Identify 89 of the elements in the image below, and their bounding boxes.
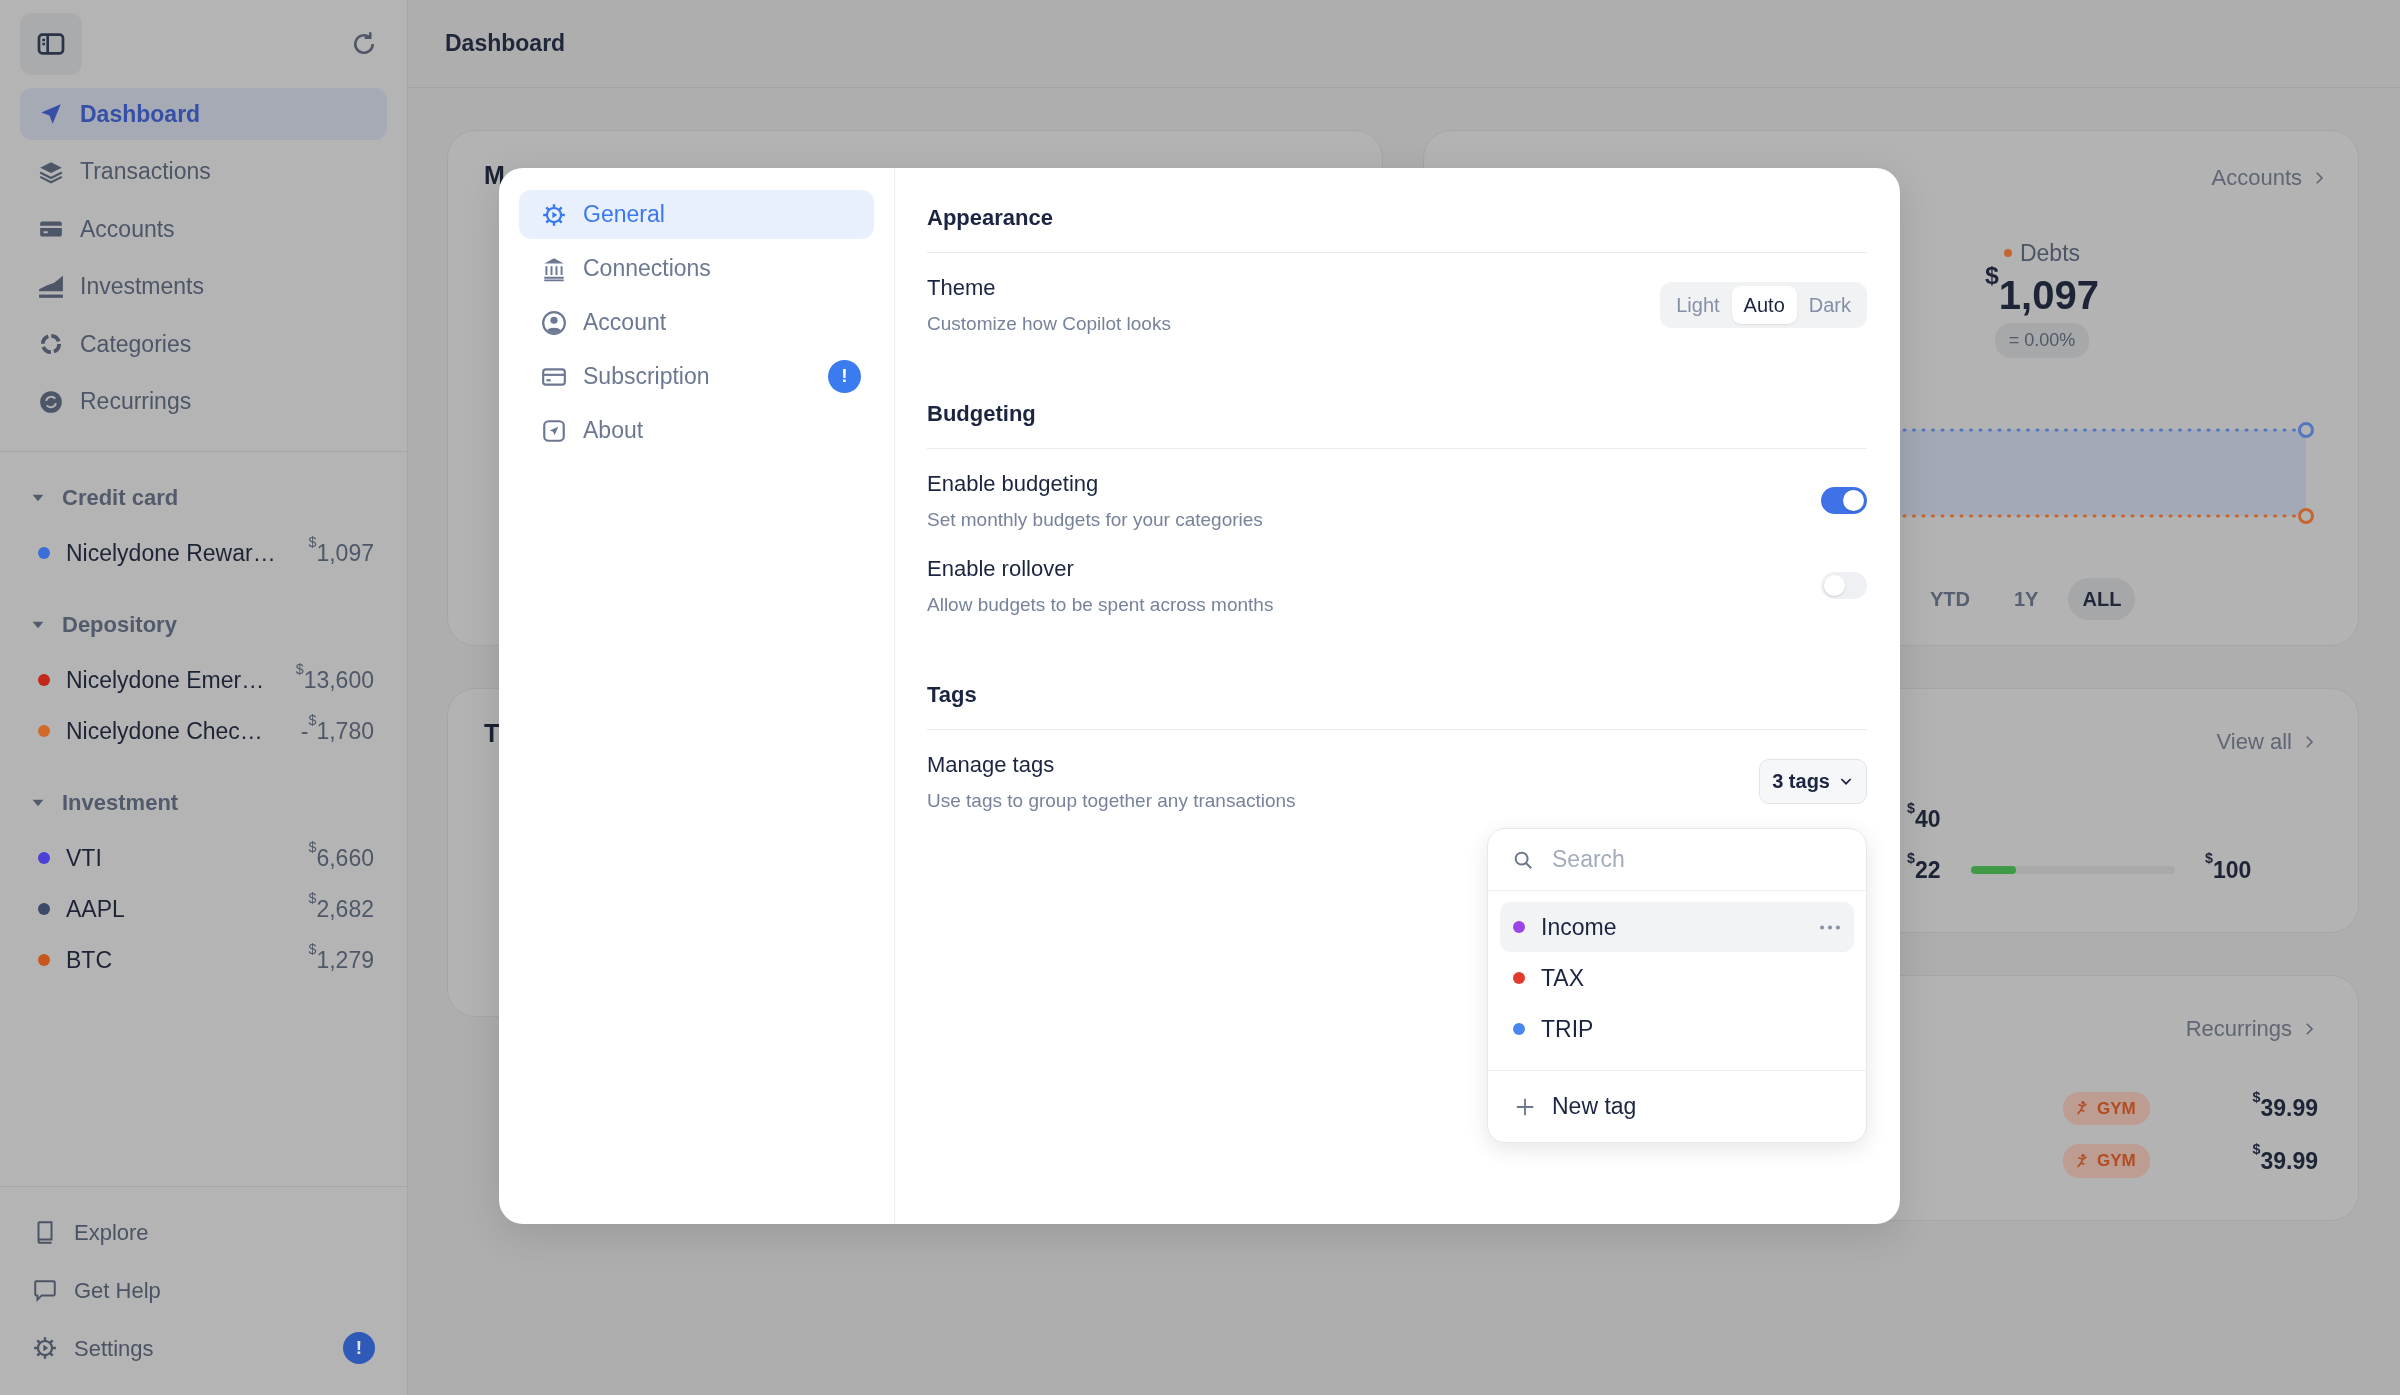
change-badge: = 0.00% bbox=[1994, 322, 2090, 358]
theme-option[interactable]: Dark bbox=[1796, 285, 1863, 324]
account-amount: $^{$}$1,279 bbox=[308, 942, 374, 975]
settings-nav-item[interactable]: Subscription ! bbox=[519, 352, 874, 401]
chat-bubble-icon bbox=[32, 1277, 58, 1303]
account-row[interactable]: AAPL $^{$}$2,682 bbox=[0, 883, 407, 935]
sidebar-footer-item[interactable]: Get Help bbox=[0, 1261, 407, 1319]
new-tag-button[interactable]: New tag bbox=[1488, 1070, 1866, 1142]
account-name: BTC bbox=[66, 945, 113, 975]
alert-badge: ! bbox=[343, 1332, 375, 1364]
setting-label: Enable rollover bbox=[927, 555, 1075, 583]
cycle-icon bbox=[38, 388, 64, 415]
tag-item[interactable]: TRIP bbox=[1500, 1004, 1854, 1054]
account-name: Nicelydone Chec… bbox=[66, 716, 264, 746]
category-tag: GYM bbox=[2063, 1144, 2150, 1178]
account-row[interactable]: Nicelydone Emer… $^{$}$13,600 bbox=[0, 654, 407, 706]
search-field[interactable]: Search bbox=[1550, 841, 1842, 878]
account-group-header[interactable]: Depository bbox=[0, 594, 407, 655]
setting-label: Enable budgeting bbox=[927, 469, 1100, 498]
settings-nav-item[interactable]: Connections bbox=[519, 244, 874, 293]
account-name: Nicelydone Emer… bbox=[66, 665, 266, 695]
account-amount: $^{$}$2,682 bbox=[308, 891, 374, 924]
view-all-link[interactable]: View all bbox=[2216, 725, 2318, 758]
account-row[interactable]: Nicelydone Chec… -$^{$}$1,780 bbox=[0, 705, 407, 757]
setting-description: Allow budgets to be spent across months bbox=[927, 593, 1274, 617]
arrow-square-icon bbox=[541, 417, 567, 444]
section-title: Appearance bbox=[927, 201, 1867, 253]
sidebar-toggle-button[interactable] bbox=[20, 13, 82, 75]
account-group-header[interactable]: Credit card bbox=[0, 467, 407, 528]
card-title: M bbox=[484, 160, 505, 191]
sidebar-footer-item[interactable]: Settings ! bbox=[0, 1319, 407, 1377]
bank-icon bbox=[541, 255, 567, 282]
recurring-amount: $^{$}$39.99 bbox=[2252, 1091, 2318, 1123]
account-amount: -$^{$}$1,780 bbox=[300, 713, 374, 746]
recurrings-link[interactable]: Recurrings bbox=[2185, 1012, 2318, 1045]
settings-nav-item[interactable]: About bbox=[519, 406, 874, 455]
sidebar-nav-item[interactable]: Accounts bbox=[20, 203, 387, 255]
user-icon bbox=[541, 309, 567, 336]
setting-label: Manage tags bbox=[927, 750, 1056, 779]
account-row[interactable]: VTI $^{$}$6,660 bbox=[0, 832, 407, 884]
theme-option[interactable]: Auto bbox=[1731, 285, 1797, 324]
section-title: Budgeting bbox=[927, 396, 1867, 449]
sidebar-nav-item[interactable]: Transactions bbox=[20, 145, 387, 198]
recurring-amount: $^{$}$39.99 bbox=[2252, 1143, 2318, 1176]
more-icon bbox=[1820, 924, 1840, 930]
sidebar-nav-item[interactable]: Recurrings bbox=[20, 375, 387, 428]
setting-description: Set monthly budgets for your categories bbox=[927, 507, 1263, 532]
account-group-header[interactable]: Investment bbox=[0, 772, 407, 833]
spent-amount: $^{$}$22 bbox=[1907, 852, 1941, 885]
tag-item[interactable]: Income bbox=[1500, 902, 1854, 952]
sidebar-nav-item[interactable]: Investments bbox=[20, 260, 387, 313]
ring-icon bbox=[38, 331, 64, 357]
page-title: Dashboard bbox=[408, 0, 2400, 88]
account-row[interactable]: BTC $^{$}$1,279 bbox=[0, 934, 407, 986]
legend-label: Debts bbox=[2019, 239, 2081, 268]
account-name: VTI bbox=[66, 843, 103, 873]
category-tag: GYM bbox=[2063, 1091, 2150, 1125]
account-name: Nicelydone Rewar… bbox=[66, 538, 277, 568]
spent-amount: $^{$}$40 bbox=[1907, 802, 1941, 834]
settings-nav-item[interactable]: General bbox=[519, 190, 874, 239]
settings-nav-item[interactable]: Account bbox=[519, 298, 874, 347]
account-row[interactable]: Nicelydone Rewar… $^{$}$1,097 bbox=[0, 527, 407, 579]
sidebar-footer-item[interactable]: Explore bbox=[0, 1203, 407, 1261]
range-tab[interactable]: ALL bbox=[2068, 577, 2136, 620]
sidebar-nav-item[interactable]: Categories bbox=[20, 318, 387, 370]
setting-description: Use tags to group together any transactions bbox=[927, 788, 1296, 813]
alert-badge: ! bbox=[828, 360, 861, 393]
toggle-switch[interactable] bbox=[1821, 572, 1867, 600]
card-title: T bbox=[484, 718, 500, 749]
sidebar-nav-item[interactable]: Dashboard bbox=[20, 88, 387, 140]
area-chart-icon bbox=[38, 273, 64, 300]
toggle-switch[interactable] bbox=[1821, 486, 1867, 514]
setting-description: Customize how Copilot looks bbox=[927, 312, 1171, 336]
limit-amount: $^{$}$100 bbox=[2205, 852, 2252, 885]
account-name: AAPL bbox=[66, 894, 126, 924]
account-amount: $^{$}$1,097 bbox=[308, 535, 374, 568]
settings-icon bbox=[32, 1335, 58, 1361]
range-tab[interactable]: 1Y bbox=[2000, 577, 2053, 620]
tags-dropdown[interactable]: 3 tags bbox=[1759, 758, 1867, 804]
theme-option[interactable]: Light bbox=[1664, 285, 1732, 324]
range-tab[interactable]: YTD bbox=[1916, 577, 1984, 620]
accounts-link[interactable]: Accounts bbox=[2211, 161, 2328, 194]
account-amount: $^{$}$13,600 bbox=[295, 662, 374, 695]
section-title: Tags bbox=[927, 677, 1867, 730]
tag-item[interactable]: TAX bbox=[1500, 953, 1854, 1003]
settings-icon bbox=[541, 201, 567, 228]
legend-dot bbox=[2003, 249, 2012, 258]
account-amount: $^{$}$6,660 bbox=[308, 840, 374, 873]
setting-label: Theme bbox=[927, 274, 997, 302]
